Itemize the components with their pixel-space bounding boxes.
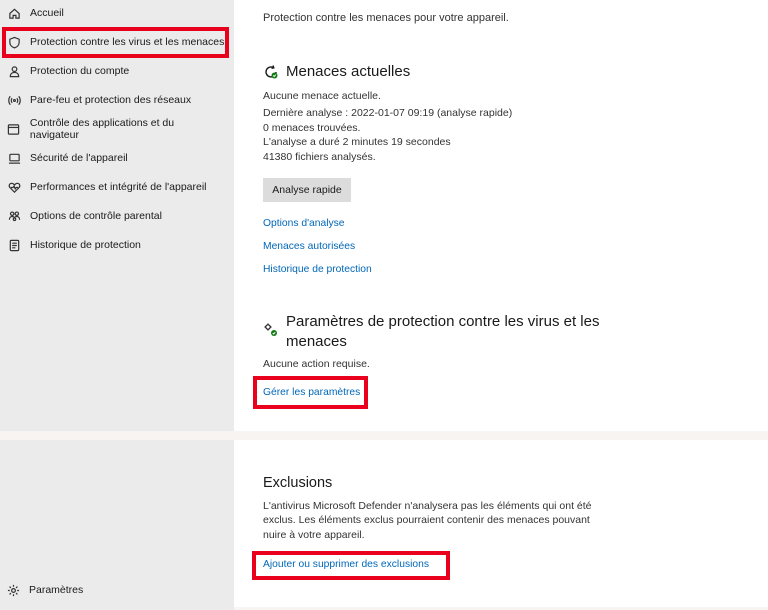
- sidebar-item-virus-protection[interactable]: Protection contre les virus et les menac…: [7, 29, 225, 55]
- gear-icon: [6, 583, 20, 597]
- history-icon: [7, 238, 21, 252]
- home-icon: [7, 6, 21, 20]
- add-remove-exclusions-link[interactable]: Ajouter ou supprimer des exclusions: [263, 559, 429, 570]
- protection-settings-title-line1: Paramètres de protection contre les viru…: [286, 313, 600, 330]
- sidebar-item-label: Contrôle des applications et du navigate…: [29, 117, 175, 141]
- sidebar-item-label: Protection du compte: [30, 65, 130, 77]
- page-subtitle: Protection contre les menaces pour votre…: [263, 12, 509, 24]
- protection-settings-status: Aucune action requise.: [263, 358, 370, 370]
- protection-settings-title-line2: menaces: [286, 333, 347, 350]
- allowed-threats-link[interactable]: Menaces autorisées: [263, 241, 355, 252]
- sidebar-item-label: Options de contrôle parental: [30, 210, 162, 222]
- refresh-status-icon: [263, 64, 279, 85]
- sidebar-item-settings[interactable]: Paramètres: [6, 577, 224, 603]
- scan-duration-line: L'analyse a duré 2 minutes 19 secondes: [263, 136, 451, 148]
- quick-scan-button[interactable]: Analyse rapide: [263, 178, 351, 202]
- last-scan-line: Dernière analyse : 2022-01-07 09:19 (ana…: [263, 107, 513, 119]
- gears-status-icon: [263, 322, 279, 343]
- sidebar-item-label: Pare-feu et protection des réseaux: [30, 94, 192, 106]
- sidebar-item-app-browser-control[interactable]: Contrôle des applications et du navigate…: [7, 116, 225, 142]
- sidebar-item-label: Performances et intégrité de l'appareil: [30, 181, 207, 193]
- files-scanned-line: 41380 fichiers analysés.: [263, 151, 376, 163]
- shield-icon: [7, 35, 21, 49]
- browser-window-icon: [7, 122, 21, 136]
- current-threats-title: Menaces actuelles: [286, 63, 411, 80]
- scan-options-link[interactable]: Options d'analyse: [263, 218, 345, 229]
- exclusions-desc-line2: exclus. Les éléments exclus pourraient c…: [263, 514, 590, 526]
- sidebar-item-label: Sécurité de l'appareil: [30, 152, 128, 164]
- sidebar-item-protection-history[interactable]: Historique de protection: [7, 232, 225, 258]
- protection-history-link[interactable]: Historique de protection: [263, 264, 372, 275]
- sidebar-item-label: Paramètres: [29, 584, 84, 596]
- person-icon: [7, 64, 21, 78]
- sidebar-item-device-security[interactable]: Sécurité de l'appareil: [7, 145, 225, 171]
- threat-status-line: Aucune menace actuelle.: [263, 90, 381, 102]
- sidebar-item-label: Protection contre les virus et les menac…: [30, 36, 225, 48]
- sidebar-item-device-performance[interactable]: Performances et intégrité de l'appareil: [7, 174, 225, 200]
- manage-settings-link[interactable]: Gérer les paramètres: [263, 387, 360, 398]
- exclusions-title: Exclusions: [263, 475, 333, 491]
- exclusions-desc-line1: L'antivirus Microsoft Defender n'analyse…: [263, 500, 592, 512]
- sidebar-item-firewall[interactable]: Pare-feu et protection des réseaux: [7, 87, 225, 113]
- threats-found-line: 0 menaces trouvées.: [263, 122, 361, 134]
- laptop-icon: [7, 151, 21, 165]
- family-icon: [7, 209, 21, 223]
- sidebar-item-account-protection[interactable]: Protection du compte: [7, 58, 225, 84]
- heart-pulse-icon: [7, 180, 21, 194]
- sidebar-item-home[interactable]: Accueil: [7, 0, 225, 26]
- exclusions-desc-line3: nuire à votre appareil.: [263, 529, 365, 541]
- sidebar-item-label: Accueil: [30, 7, 64, 19]
- wifi-signal-icon: [7, 93, 21, 107]
- sidebar-item-label: Historique de protection: [30, 239, 141, 251]
- sidebar-item-family-options[interactable]: Options de contrôle parental: [7, 203, 225, 229]
